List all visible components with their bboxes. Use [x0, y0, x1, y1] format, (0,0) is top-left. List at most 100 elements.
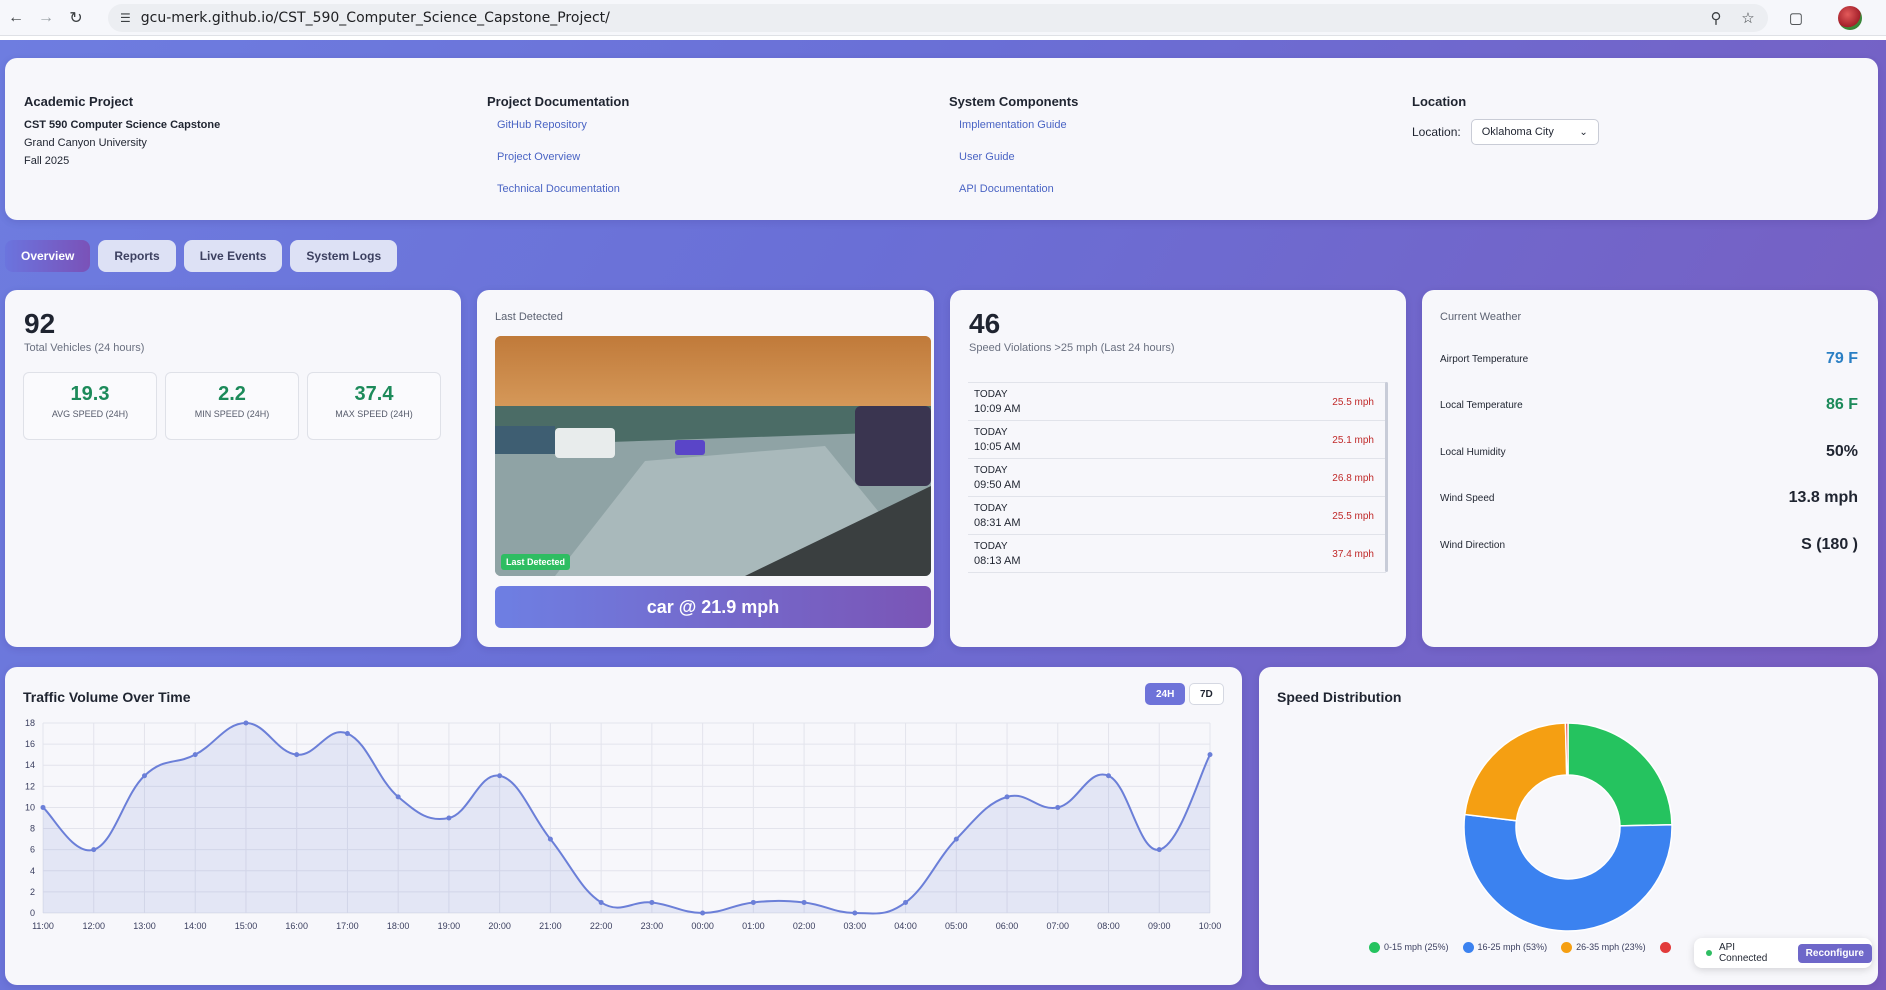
data-point	[243, 720, 249, 726]
data-point	[953, 836, 959, 842]
x-tick-label: 17:00	[336, 921, 359, 931]
forward-arrow-icon[interactable]: →	[32, 4, 60, 32]
tab-live-events[interactable]: Live Events	[183, 240, 283, 272]
location-section: Location Location: Oklahoma City ⌄	[1412, 94, 1599, 145]
api-status-pill: API Connected Reconfigure	[1694, 938, 1872, 968]
weather-value: 50%	[1825, 443, 1858, 460]
main-tabs: Overview Reports Live Events System Logs	[5, 240, 398, 272]
x-tick-label: 03:00	[844, 921, 867, 931]
y-tick-label: 12	[25, 781, 35, 791]
link-api-documentation[interactable]: API Documentation	[959, 183, 1078, 195]
violation-time: 10:09 AM	[974, 403, 1021, 415]
academic-section: Academic Project CST 590 Computer Scienc…	[24, 94, 220, 173]
legend-item[interactable]: 26-35 mph (23%)	[1561, 942, 1646, 954]
x-tick-label: 12:00	[82, 921, 105, 931]
chevron-down-icon: ⌄	[1579, 126, 1588, 138]
x-tick-label: 13:00	[133, 921, 156, 931]
data-point	[903, 899, 909, 905]
x-tick-label: 19:00	[438, 921, 461, 931]
weather-row: Local Humidity 50%	[1440, 443, 1858, 461]
violations-scrollbar[interactable]	[1385, 382, 1388, 572]
x-tick-label: 09:00	[1148, 921, 1171, 931]
last-detected-card: Last Detected Last Detected car @ 21.9 m…	[477, 290, 934, 647]
street-scene-illustration	[495, 336, 931, 576]
violations-card: 46 Speed Violations >25 mph (Last 24 hou…	[950, 290, 1406, 647]
address-bar[interactable]: ☰ gcu-merk.github.io/CST_590_Computer_Sc…	[108, 4, 1768, 32]
violations-list: TODAY 10:09 AM 25.5 mph TODAY 10:05 AM 2…	[968, 382, 1386, 574]
api-status-text: API Connected	[1718, 942, 1768, 964]
data-point	[446, 815, 452, 821]
list-item: TODAY 08:31 AM 25.5 mph	[968, 497, 1386, 535]
violation-speed: 25.1 mph	[1332, 435, 1374, 446]
location-select[interactable]: Oklahoma City ⌄	[1470, 119, 1599, 145]
data-point	[1207, 752, 1213, 758]
speed-metrics: 19.3 AVG SPEED (24H) 2.2 MIN SPEED (24H)…	[23, 372, 441, 440]
detection-result: car @ 21.9 mph	[495, 586, 931, 628]
legend-swatch	[1369, 942, 1380, 954]
vehicles-card: 92 Total Vehicles (24 hours) 19.3 AVG SP…	[5, 290, 461, 647]
weather-label: Local Temperature	[1440, 399, 1523, 411]
camera-snapshot[interactable]: Last Detected	[495, 336, 931, 576]
data-point	[192, 752, 198, 758]
list-item: TODAY 10:09 AM 25.5 mph	[968, 383, 1386, 421]
legend-item[interactable]	[1659, 942, 1675, 954]
x-tick-label: 14:00	[184, 921, 207, 931]
profile-avatar[interactable]	[1838, 6, 1862, 30]
y-tick-label: 8	[30, 824, 35, 834]
pie-slice	[1564, 722, 1569, 776]
weather-value: 13.8 mph	[1788, 489, 1858, 506]
weather-label: Local Humidity	[1440, 446, 1506, 458]
violations-count: 46	[969, 308, 1001, 339]
violation-time: 08:31 AM	[974, 517, 1021, 529]
tab-reports[interactable]: Reports	[98, 240, 176, 272]
url-text: gcu-merk.github.io/CST_590_Computer_Scie…	[140, 10, 610, 26]
tab-system-logs[interactable]: System Logs	[290, 240, 398, 272]
metric-label: MIN SPEED (24H)	[194, 409, 270, 419]
pie-slice	[1567, 722, 1673, 827]
last-detected-badge: Last Detected	[501, 554, 571, 570]
data-point	[598, 899, 604, 905]
bookmark-star-icon[interactable]: ☆	[1734, 4, 1762, 32]
zoom-icon[interactable]: ⚲	[1702, 4, 1730, 32]
x-tick-label: 05:00	[945, 921, 968, 931]
pie-slice	[1463, 722, 1568, 822]
back-arrow-icon[interactable]: ←	[2, 4, 30, 32]
x-tick-label: 22:00	[590, 921, 613, 931]
metric-label: AVG SPEED (24H)	[51, 409, 129, 419]
pie-slice	[1463, 813, 1673, 932]
weather-label: Wind Direction	[1440, 539, 1506, 551]
legend-swatch	[1659, 942, 1671, 954]
browser-toolbar: ← → ↻ ☰ gcu-merk.github.io/CST_590_Compu…	[0, 0, 1886, 36]
y-tick-label: 16	[25, 739, 35, 749]
reload-icon[interactable]: ↻	[62, 4, 90, 32]
violation-day: TODAY	[974, 427, 1008, 438]
list-item: TODAY 10:05 AM 25.1 mph	[968, 421, 1386, 459]
x-tick-label: 16:00	[285, 921, 308, 931]
weather-row: Wind Direction S (180 )	[1440, 536, 1858, 554]
violation-time: 10:05 AM	[974, 441, 1021, 453]
reconfigure-button[interactable]: Reconfigure	[1797, 943, 1872, 963]
x-tick-label: 20:00	[488, 921, 511, 931]
components-section: System Components Implementation Guide U…	[949, 94, 1078, 215]
tab-overview[interactable]: Overview	[5, 240, 91, 272]
violation-time: 09:50 AM	[974, 479, 1021, 491]
x-tick-label: 06:00	[996, 921, 1019, 931]
link-user-guide[interactable]: User Guide	[959, 151, 1078, 163]
x-tick-label: 02:00	[793, 921, 816, 931]
x-tick-label: 15:00	[235, 921, 258, 931]
link-github-repository[interactable]: GitHub Repository	[497, 119, 629, 131]
link-implementation-guide[interactable]: Implementation Guide	[959, 119, 1078, 131]
link-project-overview[interactable]: Project Overview	[497, 151, 629, 163]
project-info-card: Academic Project CST 590 Computer Scienc…	[5, 58, 1878, 220]
legend-item[interactable]: 0-15 mph (25%)	[1369, 942, 1449, 954]
weather-card: Current Weather Airport Temperature 79 F…	[1422, 290, 1878, 647]
link-technical-documentation[interactable]: Technical Documentation	[497, 183, 629, 195]
x-tick-label: 08:00	[1097, 921, 1120, 931]
violation-speed: 25.5 mph	[1332, 511, 1374, 522]
reading-mode-icon[interactable]: ▢	[1782, 4, 1810, 32]
area-fill	[43, 723, 1210, 914]
x-tick-label: 07:00	[1047, 921, 1070, 931]
site-info-icon[interactable]: ☰	[120, 11, 131, 25]
legend-label: 0-15 mph (25%)	[1384, 942, 1449, 952]
legend-item[interactable]: 16-25 mph (53%)	[1462, 942, 1547, 954]
